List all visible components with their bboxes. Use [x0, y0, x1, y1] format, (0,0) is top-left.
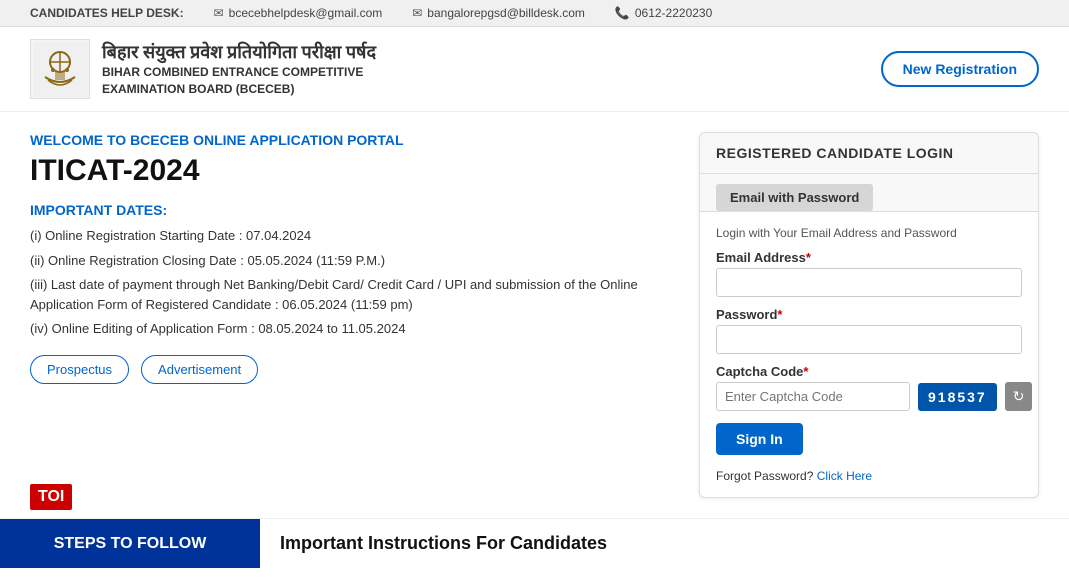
- date-item: (iv) Online Editing of Application Form …: [30, 319, 669, 339]
- helpdesk-phone: 0612-2220230: [635, 6, 712, 20]
- advertisement-button[interactable]: Advertisement: [141, 355, 258, 384]
- new-registration-button[interactable]: New Registration: [881, 51, 1039, 87]
- email-input[interactable]: [716, 268, 1022, 297]
- captcha-code-display: 918537: [918, 383, 997, 411]
- logo-section: बिहार संयुक्त प्रवेश प्रतियोगिता परीक्षा…: [30, 39, 376, 99]
- logo-text-block: बिहार संयुक्त प्रवेश प्रतियोगिता परीक्षा…: [102, 40, 376, 98]
- helpdesk-phone-contact: 📞 0612-2220230: [615, 6, 712, 20]
- forgot-password-section: Forgot Password? Click Here: [716, 469, 1022, 483]
- helpdesk-email1: bcecebhelpdesk@gmail.com: [229, 6, 383, 20]
- date-item: (iii) Last date of payment through Net B…: [30, 275, 669, 314]
- email-label: Email Address*: [716, 250, 1022, 265]
- dates-list: (i) Online Registration Starting Date : …: [30, 226, 669, 339]
- instructions-label: Important Instructions For Candidates: [260, 519, 1069, 568]
- login-header: REGISTERED CANDIDATE LOGIN: [700, 133, 1038, 174]
- prospectus-button[interactable]: Prospectus: [30, 355, 129, 384]
- password-input[interactable]: [716, 325, 1022, 354]
- date-item: (i) Online Registration Starting Date : …: [30, 226, 669, 246]
- email-required: *: [806, 250, 811, 265]
- exam-title: ITICAT-2024: [30, 154, 669, 188]
- logo-english-line2: EXAMINATION BOARD (BCECEB): [102, 81, 376, 98]
- login-body: Login with Your Email Address and Passwo…: [700, 212, 1038, 497]
- right-panel: REGISTERED CANDIDATE LOGIN Email with Pa…: [699, 132, 1039, 498]
- email1-icon: ✉: [214, 6, 224, 20]
- welcome-title: WELCOME TO BCECEB ONLINE APPLICATION POR…: [30, 132, 669, 148]
- login-subtitle: Login with Your Email Address and Passwo…: [716, 226, 1022, 240]
- helpdesk-bar: CANDIDATES HELP DESK: ✉ bcecebhelpdesk@g…: [0, 0, 1069, 27]
- date-item: (ii) Online Registration Closing Date : …: [30, 251, 669, 271]
- password-required: *: [777, 307, 782, 322]
- captcha-input[interactable]: [716, 382, 910, 411]
- steps-to-follow-button[interactable]: STEPS TO FOLLOW: [0, 519, 260, 568]
- toi-badge: TOI: [30, 484, 72, 510]
- left-panel: WELCOME TO BCECEB ONLINE APPLICATION POR…: [30, 132, 699, 498]
- logo-hindi-text: बिहार संयुक्त प्रवेश प्रतियोगिता परीक्षा…: [102, 40, 376, 64]
- email-password-tab[interactable]: Email with Password: [716, 184, 873, 211]
- helpdesk-email2-contact: ✉ bangalorepgsd@billdesk.com: [412, 6, 585, 20]
- captcha-refresh-button[interactable]: ↻: [1005, 382, 1033, 411]
- forgot-password-text: Forgot Password?: [716, 469, 813, 483]
- helpdesk-email1-contact: ✉ bcecebhelpdesk@gmail.com: [214, 6, 383, 20]
- login-header-title: REGISTERED CANDIDATE LOGIN: [716, 145, 954, 161]
- bottom-bar: STEPS TO FOLLOW Important Instructions F…: [0, 518, 1069, 568]
- password-label: Password*: [716, 307, 1022, 322]
- header: बिहार संयुक्त प्रवेश प्रतियोगिता परीक्षा…: [0, 27, 1069, 112]
- captcha-label: Captcha Code*: [716, 364, 1022, 379]
- login-box: REGISTERED CANDIDATE LOGIN Email with Pa…: [699, 132, 1039, 498]
- phone-icon: 📞: [615, 6, 630, 20]
- helpdesk-email2: bangalorepgsd@billdesk.com: [427, 6, 585, 20]
- action-buttons: Prospectus Advertisement: [30, 355, 669, 384]
- helpdesk-label: CANDIDATES HELP DESK:: [30, 6, 184, 20]
- logo-english-line1: BIHAR COMBINED ENTRANCE COMPETITIVE: [102, 64, 376, 81]
- signin-button[interactable]: Sign In: [716, 423, 803, 455]
- main-content: WELCOME TO BCECEB ONLINE APPLICATION POR…: [0, 112, 1069, 518]
- captcha-row: 918537 ↻: [716, 382, 1022, 411]
- forgot-password-link[interactable]: Click Here: [817, 469, 872, 483]
- captcha-required: *: [803, 364, 808, 379]
- email2-icon: ✉: [412, 6, 422, 20]
- important-dates-title: IMPORTANT DATES:: [30, 202, 669, 218]
- logo-image: [30, 39, 90, 99]
